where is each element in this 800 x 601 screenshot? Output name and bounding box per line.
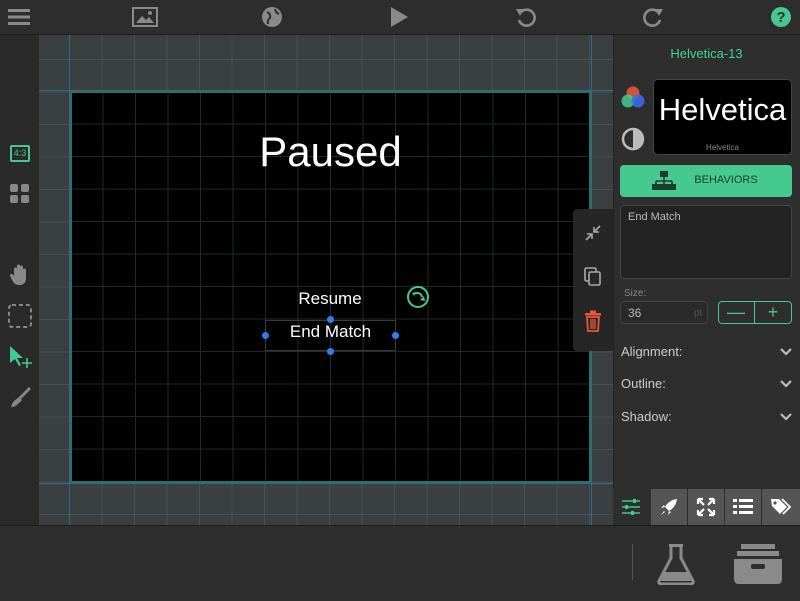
guide-line: [39, 483, 613, 484]
chevron-down-icon[interactable]: [779, 377, 793, 391]
object-tools: [573, 209, 613, 351]
brush-icon[interactable]: [6, 384, 34, 412]
resize-handle-right[interactable]: [392, 332, 399, 339]
archive-icon[interactable]: [733, 543, 783, 585]
help-icon[interactable]: ?: [768, 5, 794, 29]
end-match-label[interactable]: End Match: [265, 321, 396, 343]
rocket-icon: [661, 499, 677, 515]
resume-label[interactable]: Resume: [264, 289, 396, 309]
aspect-ratio-icon[interactable]: 4:3: [6, 139, 34, 167]
size-value: 36: [628, 306, 642, 320]
top-toolbar: ?: [0, 0, 800, 35]
tags-icon: [771, 498, 792, 515]
contrast-icon[interactable]: [621, 127, 645, 151]
outline-label[interactable]: Outline:: [621, 376, 666, 391]
color-picker-icon[interactable]: [620, 85, 646, 111]
image-icon[interactable]: [132, 5, 158, 29]
collapse-icon[interactable]: [582, 222, 604, 244]
font-preview-caption: Helvetica: [706, 143, 739, 152]
resize-handle-bottom[interactable]: [327, 348, 334, 355]
trash-icon[interactable]: [582, 310, 604, 332]
font-title: Helvetica-13: [670, 46, 743, 61]
tab-physics[interactable]: [651, 489, 687, 525]
paused-title[interactable]: Paused: [70, 128, 591, 176]
behaviors-label: BEHAVIORS: [694, 174, 758, 186]
tab-transform[interactable]: [688, 489, 724, 525]
bottom-divider: [632, 544, 633, 580]
aspect-ratio-label: 4:3: [9, 144, 31, 162]
play-icon[interactable]: [386, 5, 412, 29]
size-unit: pt: [694, 308, 703, 319]
undo-icon[interactable]: [513, 5, 539, 29]
hand-icon[interactable]: [6, 261, 34, 289]
size-label: Size:: [624, 288, 647, 299]
left-toolbar: 4:3: [0, 35, 39, 525]
tab-tags[interactable]: [762, 489, 800, 525]
menu-icon[interactable]: [6, 5, 32, 29]
shadow-label[interactable]: Shadow:: [621, 409, 672, 424]
rotate-handle-icon[interactable]: [406, 285, 430, 309]
chevron-down-icon[interactable]: [779, 410, 793, 424]
svg-text:?: ?: [776, 9, 785, 26]
decrease-size-button[interactable]: —: [718, 301, 754, 324]
duplicate-icon[interactable]: [582, 266, 604, 288]
sliders-icon: [622, 499, 640, 515]
flask-icon[interactable]: [656, 543, 696, 586]
text-content-field[interactable]: End Match: [620, 205, 792, 279]
grid-icon[interactable]: [6, 180, 34, 208]
font-preview-text: Helvetica: [658, 92, 787, 127]
resize-handle-left[interactable]: [262, 332, 269, 339]
tab-properties[interactable]: [613, 489, 649, 525]
alignment-label[interactable]: Alignment:: [621, 344, 682, 359]
redo-icon[interactable]: [640, 5, 666, 29]
tab-list[interactable]: [725, 489, 761, 525]
chevron-down-icon[interactable]: [779, 345, 793, 359]
list-icon: [733, 499, 753, 514]
pointer-move-icon[interactable]: [6, 343, 34, 371]
increase-size-button[interactable]: +: [755, 301, 791, 324]
resize-handle-top[interactable]: [327, 316, 334, 323]
expand-icon: [696, 497, 716, 517]
marquee-select-icon[interactable]: [6, 302, 34, 330]
globe-icon[interactable]: [259, 5, 285, 29]
